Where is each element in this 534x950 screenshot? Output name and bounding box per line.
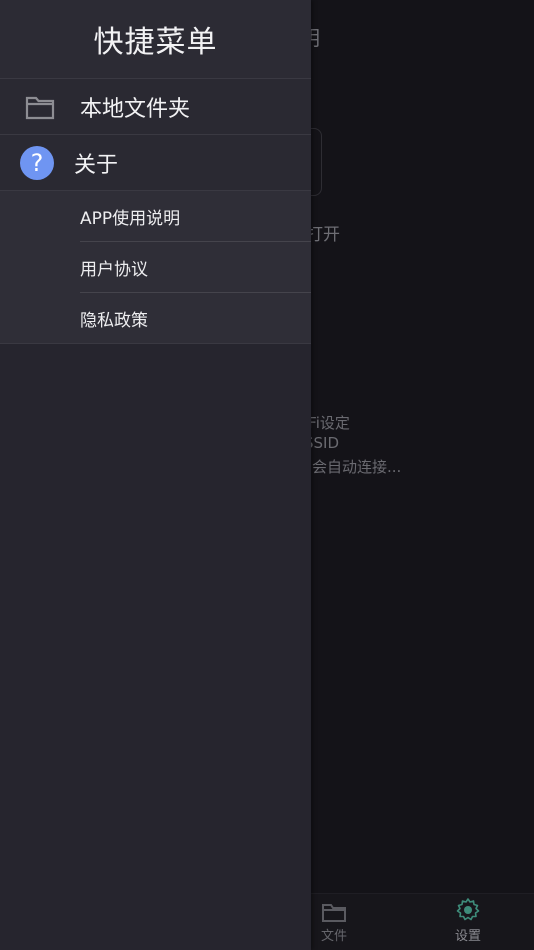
folder-icon xyxy=(322,904,346,922)
tab-files[interactable]: 文件 xyxy=(304,901,364,944)
menu-item-local-folder[interactable]: 本地文件夹 xyxy=(0,79,311,135)
menu-item-about[interactable]: ? 关于 xyxy=(0,135,311,191)
submenu-item-app-guide[interactable]: APP使用说明 xyxy=(80,191,311,242)
menu-item-about-label: 关于 xyxy=(74,152,119,178)
about-submenu: APP使用说明 用户协议 隐私政策 xyxy=(0,191,311,344)
folder-icon xyxy=(25,96,55,119)
drawer-title: 快捷菜单 xyxy=(93,25,218,60)
tab-files-label: 文件 xyxy=(320,929,347,944)
tab-settings-label: 设置 xyxy=(454,929,481,944)
help-icon: ? xyxy=(20,145,54,180)
submenu-item-user-agreement[interactable]: 用户协议 xyxy=(80,242,311,293)
submenu-item-privacy-policy[interactable]: 隐私政策 xyxy=(80,293,311,343)
background-open-fragment: 打开 xyxy=(306,225,340,245)
gear-icon xyxy=(456,898,480,921)
tab-settings[interactable]: 设置 xyxy=(438,897,498,944)
background-text-line: 会自动连接... xyxy=(312,458,402,476)
drawer-header: 快捷菜单 xyxy=(0,0,311,79)
navigation-drawer: 快捷菜单 本地文件夹 ? 关于 APP使用说明 用户协议 隐私政策 xyxy=(0,0,311,950)
menu-item-local-folder-label: 本地文件夹 xyxy=(80,96,191,122)
